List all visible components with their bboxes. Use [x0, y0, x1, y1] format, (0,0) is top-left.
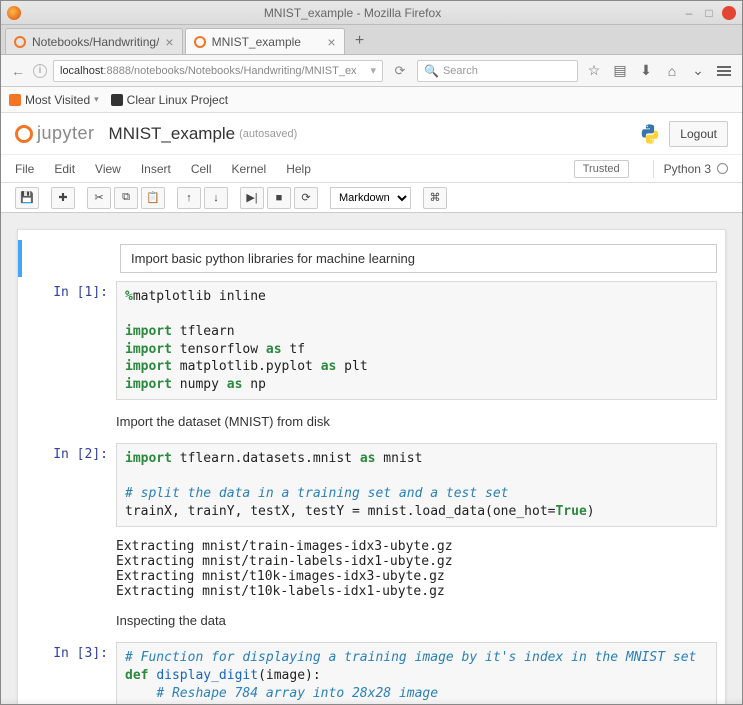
jupyter-menubar: File Edit View Insert Cell Kernel Help T…: [1, 155, 742, 183]
menu-kernel[interactable]: Kernel: [232, 162, 267, 176]
markdown-cell[interactable]: Inspecting the data: [18, 603, 725, 638]
menu-view[interactable]: View: [95, 162, 121, 176]
menu-button[interactable]: [714, 66, 734, 76]
menu-help[interactable]: Help: [286, 162, 311, 176]
address-input[interactable]: localhost:8888/notebooks/Notebooks/Handw…: [53, 60, 383, 82]
search-icon: 🔍: [424, 64, 439, 78]
tab-close-icon[interactable]: ×: [165, 34, 173, 50]
url-path: :8888/notebooks/Notebooks/Handwriting/MN…: [103, 65, 356, 77]
reload-button[interactable]: ⟳: [389, 63, 411, 79]
tab-close-icon[interactable]: ×: [327, 34, 335, 50]
kernel-status-icon: [717, 163, 728, 174]
window-title: MNIST_example - Mozilla Firefox: [29, 6, 676, 20]
markdown-cell[interactable]: Import basic python libraries for machin…: [18, 240, 725, 277]
markdown-content: Import the dataset (MNIST) from disk: [116, 408, 717, 435]
code-cell[interactable]: In [1]: %matplotlib inline import tflear…: [18, 277, 725, 404]
info-icon[interactable]: i: [33, 64, 47, 78]
jupyter-toolbar: 💾 ✚ ✂ ⧉ 📋 ↑ ↓ ▶| ■ ⟳ Markdown ⌘: [1, 183, 742, 213]
trusted-badge[interactable]: Trusted: [574, 160, 629, 178]
code-content: import tflearn.datasets.mnist as mnist #…: [116, 443, 717, 527]
code-cell[interactable]: In [2]: import tflearn.datasets.mnist as…: [18, 439, 725, 531]
pocket-icon[interactable]: ⌄: [688, 62, 708, 79]
bookmarks-bar: Most Visited ▾ Clear Linux Project: [1, 87, 742, 113]
back-button[interactable]: ←: [9, 62, 27, 80]
run-button[interactable]: ▶|: [240, 187, 264, 209]
prompt: [26, 607, 116, 634]
browser-tab[interactable]: Notebooks/Handwriting/ ×: [5, 28, 183, 54]
bookmark-site-icon: [111, 94, 123, 106]
prompt: In [2]:: [26, 443, 116, 527]
kernel-indicator[interactable]: Python 3: [664, 162, 728, 176]
firefox-icon: [7, 6, 21, 20]
add-cell-button[interactable]: ✚: [51, 187, 75, 209]
command-palette-button[interactable]: ⌘: [423, 187, 447, 209]
os-titlebar: MNIST_example - Mozilla Firefox ‒ □: [1, 1, 742, 25]
bookmark-folder-icon: [9, 94, 21, 106]
bookmark-most-visited[interactable]: Most Visited ▾: [9, 93, 99, 107]
downloads-icon[interactable]: ⬇: [636, 62, 656, 79]
menu-edit[interactable]: Edit: [54, 162, 75, 176]
markdown-cell[interactable]: Import the dataset (MNIST) from disk: [18, 404, 725, 439]
jupyter-logo-text: jupyter: [37, 123, 95, 144]
code-content: # Function for displaying a training ima…: [116, 642, 717, 704]
jupyter-favicon-icon: [14, 36, 26, 48]
markdown-content: Import basic python libraries for machin…: [120, 244, 717, 273]
url-host: localhost: [60, 65, 103, 77]
jupyter-header: jupyter MNIST_example (autosaved) Logout: [1, 113, 742, 155]
prompt: [26, 535, 116, 599]
cell-type-select[interactable]: Markdown: [330, 187, 411, 209]
paste-button[interactable]: 📋: [141, 187, 165, 209]
jupyter-logo-icon: [15, 125, 33, 143]
notebook-body: Import basic python libraries for machin…: [17, 229, 726, 704]
stop-button[interactable]: ■: [267, 187, 291, 209]
output-content: Extracting mnist/train-images-idx3-ubyte…: [116, 535, 717, 599]
close-button[interactable]: [722, 6, 736, 20]
restart-button[interactable]: ⟳: [294, 187, 318, 209]
code-cell[interactable]: In [3]: # Function for displaying a trai…: [18, 638, 725, 704]
search-placeholder: Search: [443, 65, 478, 77]
cut-button[interactable]: ✂: [87, 187, 111, 209]
browser-tabstrip: Notebooks/Handwriting/ × MNIST_example ×…: [1, 25, 742, 55]
logout-button[interactable]: Logout: [669, 121, 728, 147]
notebook-scroll[interactable]: Import basic python libraries for machin…: [1, 213, 742, 704]
prompt: In [1]:: [26, 281, 116, 400]
search-input[interactable]: 🔍 Search: [417, 60, 578, 82]
markdown-content: Inspecting the data: [116, 607, 717, 634]
minimize-button[interactable]: ‒: [682, 6, 696, 20]
jupyter-logo[interactable]: jupyter: [15, 123, 95, 144]
bookmark-clear-linux[interactable]: Clear Linux Project: [111, 93, 228, 107]
menu-file[interactable]: File: [15, 162, 34, 176]
jupyter-app: jupyter MNIST_example (autosaved) Logout…: [1, 113, 742, 704]
bookmark-star-icon[interactable]: ☆: [584, 62, 604, 79]
tab-label: Notebooks/Handwriting/: [32, 35, 159, 49]
prompt: In [3]:: [26, 642, 116, 704]
chevron-down-icon: ▾: [94, 94, 99, 105]
bookmark-label: Clear Linux Project: [127, 93, 228, 107]
browser-tab[interactable]: MNIST_example ×: [185, 28, 345, 54]
save-button[interactable]: 💾: [15, 187, 39, 209]
browser-urlbar: ← i localhost:8888/notebooks/Notebooks/H…: [1, 55, 742, 87]
python-logo-icon: [639, 123, 661, 145]
prompt: [26, 408, 116, 435]
app-window: MNIST_example - Mozilla Firefox ‒ □ Note…: [0, 0, 743, 705]
move-down-button[interactable]: ↓: [204, 187, 228, 209]
move-up-button[interactable]: ↑: [177, 187, 201, 209]
output-cell: Extracting mnist/train-images-idx3-ubyte…: [18, 531, 725, 603]
maximize-button[interactable]: □: [702, 6, 716, 20]
divider: [653, 160, 654, 178]
jupyter-favicon-icon: [194, 36, 206, 48]
bookmark-label: Most Visited: [25, 93, 90, 107]
tab-label: MNIST_example: [212, 35, 322, 49]
home-icon[interactable]: ⌂: [662, 63, 682, 79]
prompt: [30, 244, 120, 273]
menu-insert[interactable]: Insert: [141, 162, 171, 176]
code-content: %matplotlib inline import tflearn import…: [116, 281, 717, 400]
kernel-name: Python 3: [664, 162, 711, 176]
new-tab-button[interactable]: +: [347, 28, 373, 54]
library-icon[interactable]: ▤: [610, 62, 630, 79]
copy-button[interactable]: ⧉: [114, 187, 138, 209]
menu-cell[interactable]: Cell: [191, 162, 212, 176]
notebook-name[interactable]: MNIST_example: [109, 124, 236, 144]
notebook-save-status: (autosaved): [239, 128, 297, 140]
